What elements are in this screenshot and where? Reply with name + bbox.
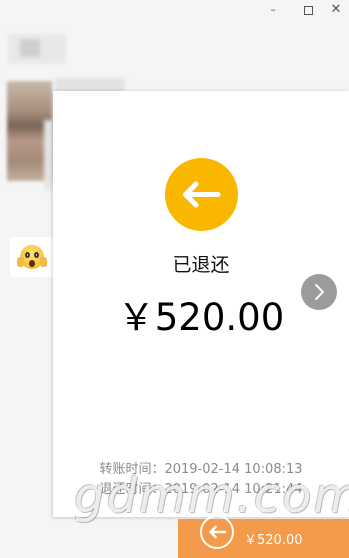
blurred-message [8,34,66,64]
transfer-detail-card: 已退还 ￥520.00 转账时间：2019-02-14 10:08:13 退还时… [53,91,349,517]
transfer-status: 已退还 [172,254,230,276]
transfer-message-bubble[interactable]: ￥520.00 [178,515,349,558]
watermark: gdmm.com [74,468,349,524]
emoji-message [10,237,58,277]
arrow-left-icon [165,158,238,231]
next-button[interactable] [301,274,337,310]
chevron-right-icon [315,284,324,300]
bubble-amount: ￥520.00 [244,533,303,548]
screaming-face-emoji-icon [17,245,47,269]
